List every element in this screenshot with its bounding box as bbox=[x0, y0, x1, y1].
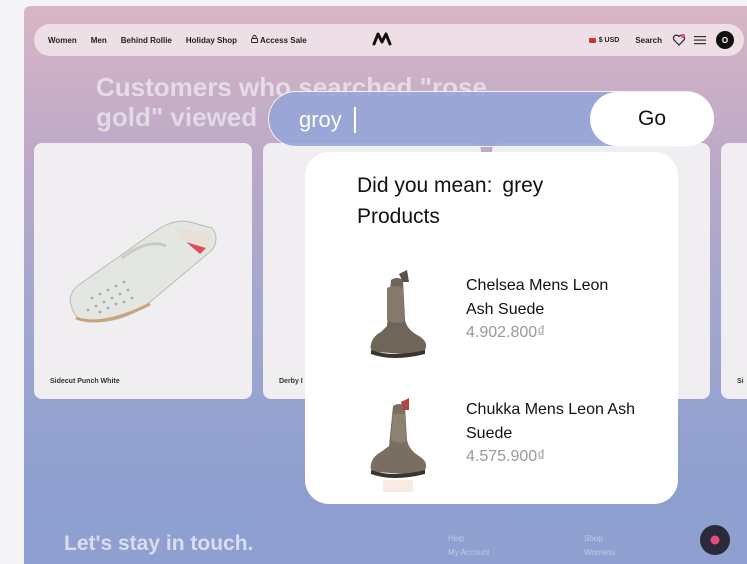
product-card-caption: Sidecut Punch White bbox=[50, 378, 120, 385]
go-button[interactable]: Go bbox=[590, 92, 714, 146]
footer-column-help: Help My Account bbox=[448, 532, 489, 560]
suggested-term-link[interactable]: grey bbox=[502, 174, 543, 197]
footer-link[interactable]: Womens bbox=[584, 546, 615, 560]
product-card-caption: Derby I bbox=[279, 378, 303, 385]
text-cursor bbox=[354, 107, 356, 133]
product-result[interactable]: Chelsea Mens Leon Ash Suede 4.902.800₫ bbox=[305, 260, 678, 370]
chat-button[interactable] bbox=[700, 525, 730, 555]
menu-icon[interactable] bbox=[694, 35, 706, 45]
search-input[interactable] bbox=[299, 106, 579, 134]
nav-link-women[interactable]: Women bbox=[48, 36, 77, 45]
search-suggestions-dropdown: Did you mean: grey Products Chelsea Mens … bbox=[305, 152, 678, 504]
product-card[interactable]: Si bbox=[721, 143, 747, 399]
white-shoe-image bbox=[69, 220, 217, 323]
did-you-mean-label: Did you mean: bbox=[357, 174, 493, 197]
chukka-boot-image bbox=[370, 398, 427, 492]
nav-right: $ USD Search O bbox=[588, 24, 734, 56]
currency-label: $ USD bbox=[598, 36, 620, 44]
footer-link[interactable]: My Account bbox=[448, 546, 489, 560]
lock-icon bbox=[251, 35, 258, 43]
nav-link-behind-rollie[interactable]: Behind Rollie bbox=[121, 36, 172, 45]
product-result-price: 4.902.800₫ bbox=[466, 324, 546, 341]
product-card[interactable]: Sidecut Punch White bbox=[34, 143, 252, 399]
top-nav: Women Men Behind Rollie Holiday Shop Acc… bbox=[34, 24, 744, 56]
product-result[interactable]: Chukka Mens Leon Ash Suede 4.575.900₫ bbox=[305, 384, 678, 494]
nav-link-holiday-shop[interactable]: Holiday Shop bbox=[186, 36, 237, 45]
product-result-price: 4.575.900₫ bbox=[466, 448, 546, 465]
product-result-name: Chelsea Mens Leon Ash Suede bbox=[466, 277, 609, 318]
product-result-name: Chukka Mens Leon Ash Suede bbox=[466, 401, 635, 442]
chat-icon bbox=[710, 535, 720, 545]
flag-icon bbox=[588, 37, 596, 43]
nav-link-access-sale[interactable]: Access Sale bbox=[251, 35, 307, 45]
brand-logo-icon[interactable] bbox=[372, 32, 394, 46]
product-card-caption: Si bbox=[737, 378, 744, 385]
account-avatar[interactable]: O bbox=[716, 31, 734, 49]
footer-link[interactable]: Shop bbox=[584, 532, 615, 546]
currency-selector[interactable]: $ USD bbox=[588, 36, 620, 44]
nav-link-men[interactable]: Men bbox=[91, 36, 107, 45]
products-label: Products bbox=[357, 205, 440, 228]
chelsea-boot-image bbox=[370, 270, 427, 358]
footer-title: Let's stay in touch. bbox=[64, 532, 254, 555]
access-sale-label: Access Sale bbox=[260, 36, 307, 45]
wishlist-icon[interactable] bbox=[672, 33, 686, 47]
footer-column-shop: Shop Womens bbox=[584, 532, 615, 560]
nav-search-link[interactable]: Search bbox=[635, 36, 662, 45]
footer-link[interactable]: Help bbox=[448, 532, 489, 546]
did-you-mean: Did you mean: grey bbox=[357, 174, 543, 198]
